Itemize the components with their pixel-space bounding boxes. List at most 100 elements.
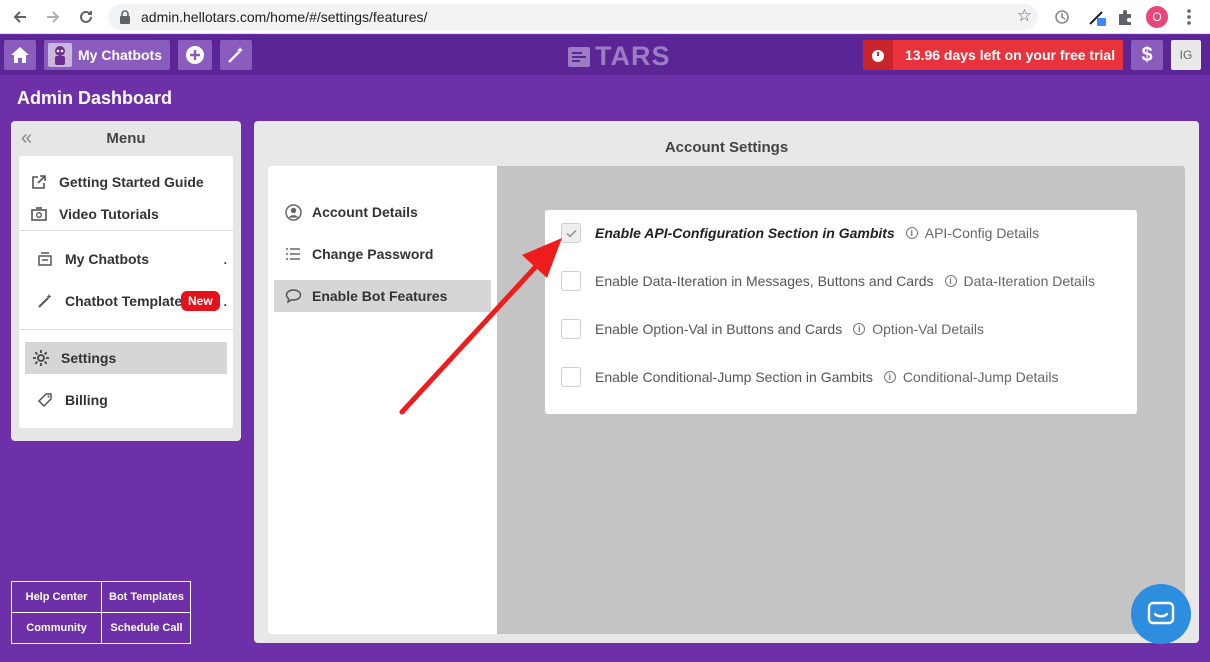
chat-bubble-icon bbox=[284, 287, 302, 305]
tars-logo: TARS bbox=[567, 41, 671, 72]
subnav-label: Change Password bbox=[312, 246, 434, 262]
stopwatch-icon bbox=[863, 40, 893, 70]
url-text: admin.hellotars.com/home/#/settings/feat… bbox=[141, 9, 428, 25]
feature-checkbox[interactable] bbox=[561, 367, 581, 387]
profile-avatar[interactable]: O bbox=[1146, 6, 1168, 28]
puzzle-extensions-icon[interactable] bbox=[1114, 6, 1136, 28]
add-chatbot-button[interactable] bbox=[178, 40, 212, 70]
my-chatbots-label: My Chatbots bbox=[78, 47, 162, 63]
magic-wand-icon bbox=[35, 291, 55, 311]
sidebar-item-settings[interactable]: Settings bbox=[25, 342, 227, 374]
sidebar-item-label: Video Tutorials bbox=[59, 206, 159, 222]
bot-features-card: Enable API-Configuration Section in Gamb… bbox=[545, 210, 1137, 414]
my-chatbots-button[interactable]: My Chatbots bbox=[44, 40, 170, 70]
info-icon: i bbox=[883, 371, 896, 383]
feature-details-link[interactable]: i Option-Val Details bbox=[853, 321, 984, 337]
forward-arrow-icon[interactable] bbox=[42, 6, 64, 28]
feature-checkbox[interactable] bbox=[561, 223, 581, 243]
feature-label: Enable Data-Iteration in Messages, Butto… bbox=[595, 273, 934, 289]
footer-links: Help Center Bot Templates Community Sche… bbox=[11, 581, 191, 644]
gear-icon bbox=[31, 348, 51, 368]
bot-avatar-icon bbox=[48, 43, 72, 67]
details-text: Conditional-Jump Details bbox=[902, 369, 1059, 385]
sidebar-item-label: Billing bbox=[65, 392, 108, 408]
feature-label: Enable Option-Val in Buttons and Cards bbox=[595, 321, 843, 337]
menu-dot: . bbox=[223, 295, 227, 309]
details-text: Option-Val Details bbox=[872, 321, 985, 337]
menu-header: « Menu bbox=[11, 121, 241, 155]
feature-conditional-jump: Enable Conditional-Jump Section in Gambi… bbox=[561, 366, 1058, 388]
bookmark-star-icon[interactable]: ☆ bbox=[1017, 6, 1032, 26]
settings-subnav: Account Details Change Password Enable B… bbox=[268, 166, 497, 634]
help-center-link[interactable]: Help Center bbox=[12, 582, 101, 612]
feature-label: Enable API-Configuration Section in Gamb… bbox=[595, 225, 895, 241]
chat-icon bbox=[1147, 601, 1175, 625]
tab-account-details[interactable]: Account Details bbox=[274, 196, 491, 228]
checkmark-icon bbox=[565, 229, 577, 238]
tars-logo-icon bbox=[568, 46, 590, 67]
feature-checkbox[interactable] bbox=[561, 271, 581, 291]
external-link-icon bbox=[29, 172, 49, 192]
trial-text: 13.96 days left on your free trial bbox=[905, 47, 1116, 63]
sidebar-item-billing[interactable]: Billing bbox=[19, 384, 233, 416]
menu-divider bbox=[19, 329, 233, 330]
history-extension-icon[interactable] bbox=[1052, 6, 1074, 28]
feature-details-link[interactable]: i Data-Iteration Details bbox=[944, 273, 1096, 289]
info-icon: i bbox=[944, 275, 957, 287]
free-trial-banner[interactable]: 13.96 days left on your free trial bbox=[863, 40, 1123, 70]
tag-icon bbox=[35, 390, 55, 410]
tab-change-password[interactable]: Change Password bbox=[274, 238, 491, 270]
bot-templates-link[interactable]: Bot Templates bbox=[102, 582, 191, 612]
back-arrow-icon[interactable] bbox=[9, 6, 31, 28]
settings-content: Account Details Change Password Enable B… bbox=[268, 166, 1185, 634]
feature-label: Enable Conditional-Jump Section in Gambi… bbox=[595, 369, 873, 385]
chat-launcher-button[interactable] bbox=[1131, 584, 1191, 644]
templates-wand-button[interactable] bbox=[220, 40, 252, 70]
sidebar-item-chatbot-templates[interactable]: Chatbot Templates New . bbox=[19, 285, 233, 317]
menu-title: Menu bbox=[106, 130, 146, 147]
info-icon: i bbox=[853, 323, 866, 335]
feature-api-config: Enable API-Configuration Section in Gamb… bbox=[561, 222, 1039, 244]
home-icon bbox=[11, 47, 29, 63]
community-link[interactable]: Community bbox=[12, 613, 101, 643]
plus-circle-icon bbox=[186, 46, 204, 64]
page-title: Admin Dashboard bbox=[17, 88, 173, 108]
chatbots-icon bbox=[35, 249, 55, 269]
feature-details-link[interactable]: i API-Config Details bbox=[905, 225, 1040, 241]
address-bar[interactable]: admin.hellotars.com/home/#/settings/feat… bbox=[108, 4, 1038, 30]
tab-enable-bot-features[interactable]: Enable Bot Features bbox=[274, 280, 491, 312]
app-topbar: My Chatbots TARS 13.96 days left on your… bbox=[0, 35, 1210, 75]
pen-extension-icon[interactable] bbox=[1086, 6, 1108, 28]
lock-icon bbox=[118, 9, 134, 25]
menu-divider bbox=[19, 230, 233, 231]
home-button[interactable] bbox=[4, 40, 36, 70]
list-icon bbox=[284, 245, 302, 263]
browser-toolbar: admin.hellotars.com/home/#/settings/feat… bbox=[0, 0, 1210, 34]
footer-divider bbox=[12, 612, 190, 613]
menu-dot: . bbox=[223, 253, 227, 267]
panel-title: Account Settings bbox=[664, 139, 789, 156]
details-text: API-Config Details bbox=[924, 225, 1040, 241]
sidebar-item-label: Getting Started Guide bbox=[59, 174, 204, 190]
sidebar-item-label: Chatbot Templates bbox=[65, 293, 190, 309]
sidebar-item-video-tutorials[interactable]: Video Tutorials bbox=[19, 198, 233, 230]
sidebar-item-label: Settings bbox=[61, 350, 117, 366]
user-circle-icon bbox=[284, 203, 302, 221]
sidebar-item-getting-started[interactable]: Getting Started Guide bbox=[19, 166, 233, 198]
billing-button[interactable]: $ bbox=[1131, 40, 1163, 70]
feature-checkbox[interactable] bbox=[561, 319, 581, 339]
kebab-menu-icon[interactable] bbox=[1178, 6, 1200, 28]
reload-icon[interactable] bbox=[75, 6, 97, 28]
logo-text: TARS bbox=[595, 41, 671, 71]
schedule-call-link[interactable]: Schedule Call bbox=[102, 613, 191, 643]
feature-option-val: Enable Option-Val in Buttons and Cards i… bbox=[561, 318, 984, 340]
sidebar-item-label: My Chatbots bbox=[65, 251, 149, 267]
menu-list: Getting Started Guide Video Tutorials My… bbox=[19, 156, 233, 428]
info-icon: i bbox=[905, 227, 918, 239]
user-menu-button[interactable]: IG bbox=[1171, 40, 1201, 70]
sidebar-item-my-chatbots[interactable]: My Chatbots . bbox=[19, 243, 233, 275]
subnav-label: Account Details bbox=[312, 204, 418, 220]
feature-data-iteration: Enable Data-Iteration in Messages, Butto… bbox=[561, 270, 1095, 292]
feature-details-link[interactable]: i Conditional-Jump Details bbox=[883, 369, 1059, 385]
details-text: Data-Iteration Details bbox=[963, 273, 1096, 289]
